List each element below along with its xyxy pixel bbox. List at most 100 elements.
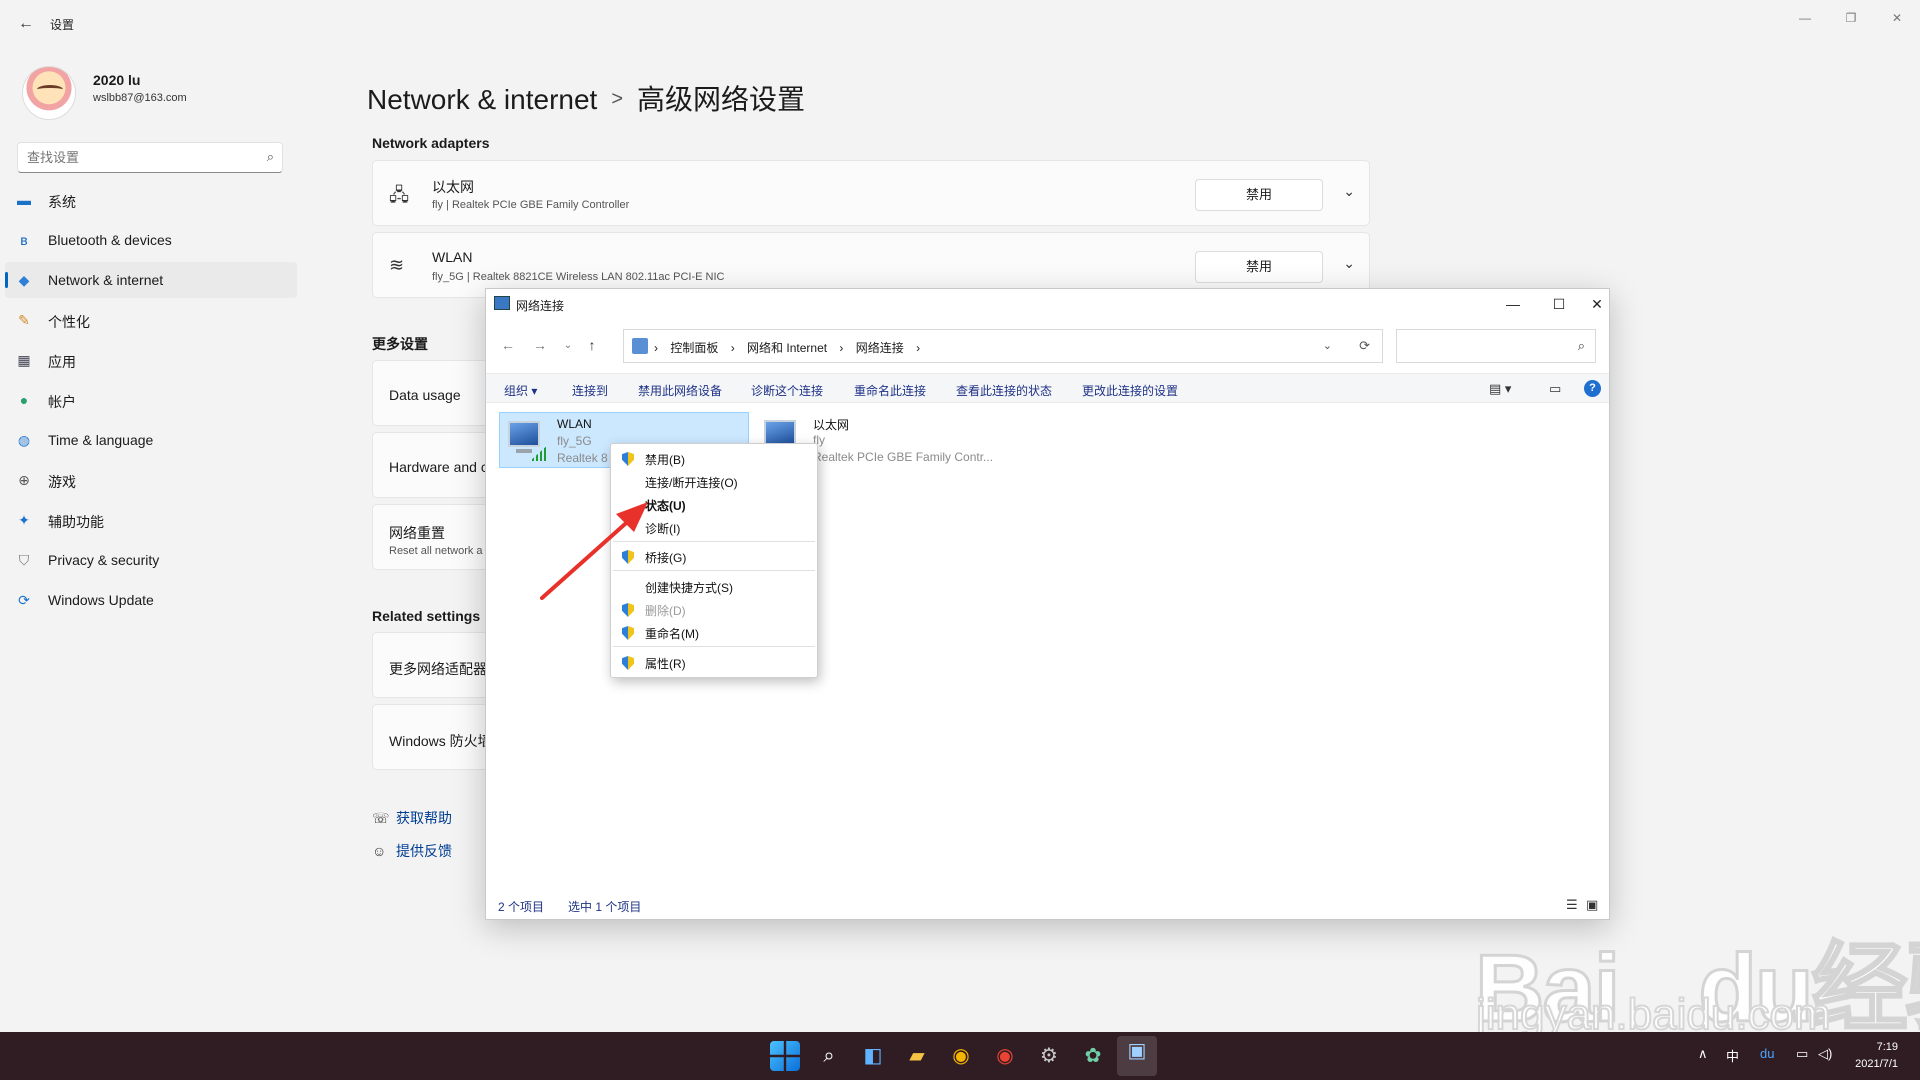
diagnose-button[interactable]: 诊断这个连接 bbox=[751, 382, 823, 399]
network-adapters-heading: Network adapters bbox=[372, 135, 490, 151]
accessibility-icon: ✦ bbox=[18, 512, 30, 528]
sidebar-item-time-language[interactable]: ◍ Time & language bbox=[5, 422, 297, 458]
sidebar-item-apps[interactable]: ▦ 应用 bbox=[5, 342, 297, 378]
breadcrumb: › 控制面板 › 网络和 Internet › 网络连接 › bbox=[654, 339, 929, 356]
explorer-search-input[interactable]: ⌕ bbox=[1396, 329, 1596, 363]
get-help-link[interactable]: ☏ 获取帮助 bbox=[372, 808, 452, 828]
volume-icon[interactable]: ◁) bbox=[1818, 1046, 1832, 1062]
view-options-icon[interactable]: ▤ ▾ bbox=[1489, 381, 1511, 397]
adapter-card-ethernet[interactable]: 🖧 以太网 fly | Realtek PCIe GBE Family Cont… bbox=[372, 160, 1370, 226]
network-reset-card[interactable]: 网络重置 Reset all network a bbox=[372, 504, 502, 570]
menu-item-label: 状态(U) bbox=[645, 499, 686, 513]
card-title: Windows 防火墙 bbox=[389, 733, 492, 749]
sidebar-item-label: Bluetooth & devices bbox=[48, 232, 172, 248]
chevron-up-icon[interactable]: ∧ bbox=[1698, 1046, 1708, 1062]
recent-dropdown-icon[interactable]: ⌄ bbox=[558, 340, 578, 351]
disable-wlan-button[interactable]: 禁用 bbox=[1195, 251, 1323, 283]
chrome-icon[interactable]: ◉ bbox=[990, 1041, 1020, 1071]
address-dropdown-icon[interactable]: ⌄ bbox=[1323, 339, 1332, 352]
adapter-name: WLAN bbox=[432, 249, 473, 265]
close-icon[interactable]: ✕ bbox=[1585, 293, 1609, 315]
sidebar-item-label: 帐户 bbox=[48, 394, 76, 410]
restore-icon[interactable]: ❐ bbox=[1836, 8, 1866, 28]
sidebar-item-system[interactable]: ▬ 系统 bbox=[5, 182, 297, 218]
explorer-titlebar: 网络连接 — ☐ ✕ bbox=[486, 289, 1609, 319]
menu-item-diagnose[interactable]: 诊断(I) bbox=[611, 517, 817, 539]
uac-shield-icon bbox=[622, 452, 634, 466]
settings-icon[interactable]: ⚙ bbox=[1034, 1041, 1064, 1071]
view-status-button[interactable]: 查看此连接的状态 bbox=[956, 382, 1052, 399]
preview-pane-icon[interactable]: ▭ bbox=[1549, 381, 1561, 397]
paint-icon[interactable]: ✿ bbox=[1078, 1041, 1108, 1071]
disable-device-button[interactable]: 禁用此网络设备 bbox=[638, 382, 722, 399]
baidu-ime-icon[interactable]: du bbox=[1760, 1046, 1774, 1061]
up-arrow-icon[interactable]: ↑ bbox=[582, 337, 602, 353]
sidebar-item-network[interactable]: ◆ Network & internet bbox=[5, 262, 297, 298]
avatar bbox=[22, 66, 76, 120]
close-icon[interactable]: ✕ bbox=[1882, 8, 1912, 28]
sidebar-item-accessibility[interactable]: ✦ 辅助功能 bbox=[5, 502, 297, 538]
minimize-icon[interactable]: — bbox=[1493, 293, 1533, 315]
rename-button[interactable]: 重命名此连接 bbox=[854, 382, 926, 399]
breadcrumb-parent[interactable]: Network & internet bbox=[367, 84, 597, 115]
connect-to-button[interactable]: 连接到 bbox=[572, 382, 608, 399]
organize-button[interactable]: 组织 ▾ bbox=[504, 382, 537, 399]
brush-icon: ✎ bbox=[18, 312, 30, 328]
clock-date: 2021/7/1 bbox=[1855, 1058, 1898, 1070]
sidebar-item-gaming[interactable]: ⊕ 游戏 bbox=[5, 462, 297, 498]
menu-item-delete: 删除(D) bbox=[611, 599, 817, 621]
settings-search-input[interactable] bbox=[18, 143, 238, 172]
maximize-icon[interactable]: ☐ bbox=[1539, 293, 1579, 315]
address-bar[interactable]: › 控制面板 › 网络和 Internet › 网络连接 › ⌄ ⟳ bbox=[623, 329, 1383, 363]
network-status-icon[interactable]: ▭ bbox=[1796, 1046, 1808, 1062]
forward-arrow-icon[interactable]: → bbox=[530, 337, 550, 353]
menu-item-rename[interactable]: 重命名(M) bbox=[611, 622, 817, 644]
explorer-title: 网络连接 bbox=[516, 299, 565, 313]
chrome-icon[interactable]: ◉ bbox=[946, 1041, 976, 1071]
item-device: Realtek PCIe GBE Family Contr... bbox=[813, 450, 994, 464]
network-connections-icon[interactable]: ▣ bbox=[1117, 1036, 1157, 1076]
hardware-properties-card[interactable]: Hardware and c bbox=[372, 432, 502, 498]
taskbar: ⌕ ◧ ▰ ◉ ◉ ⚙ ✿ ▣ ∧ 中 du ▭ ◁) 7:19 2021/7/… bbox=[0, 1032, 1920, 1080]
give-feedback-link[interactable]: ☺ 提供反馈 bbox=[372, 841, 452, 861]
menu-item-connect-disconnect[interactable]: 连接/断开连接(O) bbox=[611, 471, 817, 493]
breadcrumb-control-panel[interactable]: 控制面板 bbox=[670, 341, 718, 355]
change-settings-button[interactable]: 更改此连接的设置 bbox=[1082, 382, 1178, 399]
sidebar-item-accounts[interactable]: ● 帐户 bbox=[5, 382, 297, 418]
back-arrow-icon[interactable]: ← bbox=[498, 337, 518, 353]
windows-firewall-card[interactable]: Windows 防火墙 bbox=[372, 704, 502, 770]
sidebar-item-personalization[interactable]: ✎ 个性化 bbox=[5, 302, 297, 338]
feedback-icon: ☺ bbox=[372, 843, 387, 859]
breadcrumb-network-internet[interactable]: 网络和 Internet bbox=[747, 341, 827, 355]
chevron-right-icon: › bbox=[916, 341, 921, 355]
menu-item-bridge[interactable]: 桥接(G) bbox=[611, 546, 817, 568]
command-bar: 组织 ▾ 连接到 禁用此网络设备 诊断这个连接 重命名此连接 查看此连接的状态 … bbox=[486, 373, 1609, 403]
search-icon[interactable]: ⌕ bbox=[814, 1041, 844, 1071]
ime-indicator[interactable]: 中 bbox=[1726, 1046, 1739, 1065]
minimize-icon[interactable]: — bbox=[1790, 8, 1820, 28]
widgets-icon[interactable]: ◧ bbox=[858, 1041, 888, 1071]
file-explorer-icon[interactable]: ▰ bbox=[902, 1041, 932, 1071]
back-arrow-icon[interactable]: ← bbox=[14, 12, 38, 36]
menu-item-status[interactable]: 状态(U) bbox=[611, 494, 817, 516]
data-usage-card[interactable]: Data usage bbox=[372, 360, 502, 426]
refresh-icon[interactable]: ⟳ bbox=[1359, 338, 1370, 354]
menu-item-disable[interactable]: 禁用(B) bbox=[611, 448, 817, 470]
disable-ethernet-button[interactable]: 禁用 bbox=[1195, 179, 1323, 211]
settings-search[interactable]: ⌕ bbox=[17, 142, 283, 173]
more-adapters-card[interactable]: 更多网络适配器 bbox=[372, 632, 502, 698]
menu-item-create-shortcut[interactable]: 创建快捷方式(S) bbox=[611, 576, 817, 598]
clock[interactable]: 7:19 2021/7/1 bbox=[1855, 1039, 1898, 1073]
start-icon[interactable] bbox=[770, 1041, 800, 1071]
breadcrumb-network-connections[interactable]: 网络连接 bbox=[856, 341, 904, 355]
help-icon[interactable]: ? bbox=[1584, 380, 1601, 397]
sidebar-item-privacy[interactable]: ⛉ Privacy & security bbox=[5, 542, 297, 578]
chevron-down-icon[interactable]: ⌄ bbox=[1343, 183, 1355, 200]
menu-item-properties[interactable]: 属性(R) bbox=[611, 652, 817, 674]
sidebar-item-bluetooth[interactable]: ʙ Bluetooth & devices bbox=[5, 222, 297, 258]
chevron-down-icon[interactable]: ⌄ bbox=[1343, 255, 1355, 272]
ethernet-icon: 🖧 bbox=[389, 185, 410, 205]
sidebar-item-windows-update[interactable]: ⟳ Windows Update bbox=[5, 582, 297, 618]
breadcrumb-separator: > bbox=[611, 88, 624, 110]
card-title: Hardware and c bbox=[389, 459, 488, 475]
